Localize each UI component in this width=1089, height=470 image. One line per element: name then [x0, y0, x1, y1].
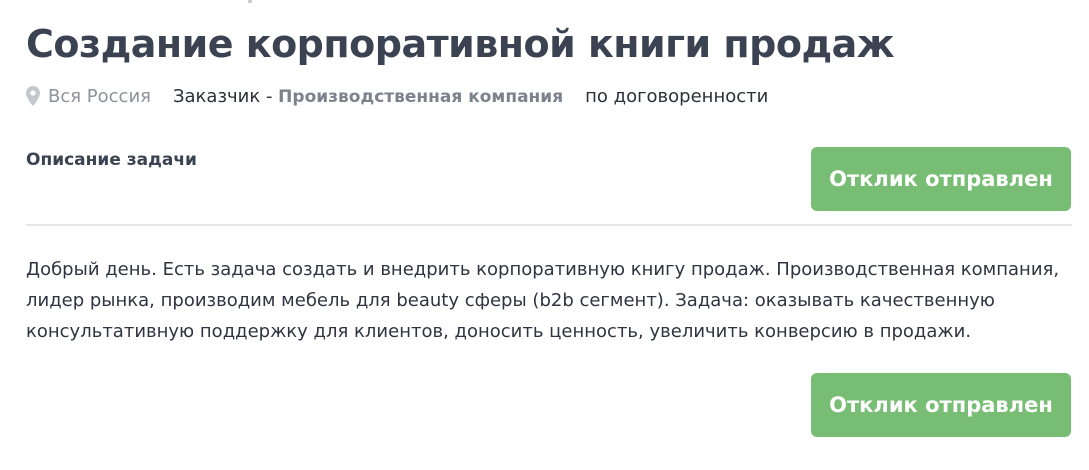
- job-price: по договоренности: [585, 85, 769, 107]
- map-pin-icon: [26, 86, 40, 106]
- job-page: Создание корпоративной книги продаж Вся …: [0, 0, 1089, 470]
- response-sent-button-bottom[interactable]: Отклик отправлен: [811, 373, 1071, 437]
- task-description-text: Добрый день. Есть задача создать и внедр…: [26, 259, 1060, 342]
- job-customer-prefix: Заказчик -: [172, 85, 279, 107]
- job-location: Вся Россия: [26, 86, 151, 107]
- job-location-label: Вся Россия: [48, 85, 151, 107]
- job-customer: Заказчик - Производственная компания: [173, 86, 563, 107]
- job-customer-name: Производственная компания: [278, 86, 564, 107]
- section-divider: [26, 224, 1072, 226]
- top-cut-off-fragment: [248, 0, 252, 3]
- job-meta-row: Вся Россия Заказчик - Производственная к…: [26, 82, 768, 110]
- task-description-heading: Описание задачи: [26, 150, 197, 170]
- job-title: Создание корпоративной книги продаж: [26, 22, 895, 66]
- response-sent-button-top[interactable]: Отклик отправлен: [811, 147, 1071, 211]
